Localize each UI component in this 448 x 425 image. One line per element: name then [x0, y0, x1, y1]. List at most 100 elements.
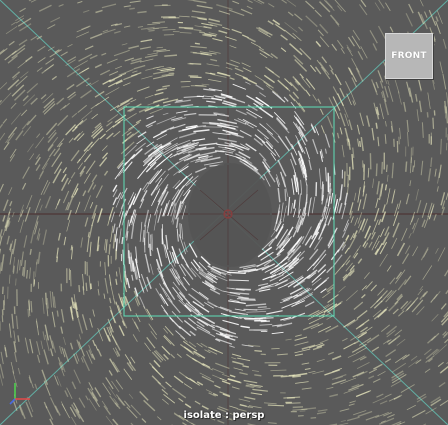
hair-strand [416, 109, 419, 122]
hair-strand [427, 92, 431, 109]
pivot-icon[interactable] [223, 209, 233, 219]
hair-strand [85, 395, 89, 401]
hair-strand [30, 0, 37, 3]
hair-strand [163, 334, 175, 347]
hair-strand [230, 59, 241, 64]
hair-strand [89, 241, 92, 257]
hair-strand [8, 40, 15, 46]
hair-strand [92, 309, 95, 317]
hair-strand [254, 134, 266, 144]
hair-strand [402, 253, 410, 265]
hair-strand [316, 358, 325, 362]
hair-strand [325, 325, 339, 333]
hair-strand [391, 162, 394, 179]
hair-strand [442, 38, 447, 49]
hair-strand [433, 214, 437, 221]
hair-strand [275, 177, 280, 188]
hair-strand [277, 159, 287, 177]
hair-strand [80, 89, 92, 99]
hair-strand [56, 375, 62, 387]
hair-strand [144, 224, 146, 246]
hair-strand [229, 45, 237, 49]
hair-strand [25, 56, 33, 63]
view-cube[interactable]: FRONT [385, 33, 433, 79]
hair-strand [284, 22, 298, 33]
hair-strand [260, 320, 270, 323]
hair-strand [312, 253, 327, 271]
hair-strand [170, 353, 176, 359]
hair-strand [132, 334, 138, 342]
hair-strand [231, 353, 242, 358]
hair-strand [265, 66, 275, 74]
hair-strand [146, 308, 154, 321]
hair-strand [329, 393, 339, 398]
hair-strand [372, 378, 381, 383]
hair-strand [305, 146, 310, 160]
hair-strand [123, 5, 131, 8]
hair-strand [175, 330, 186, 340]
vortex-center [188, 163, 272, 267]
hair-strand [113, 49, 130, 57]
hair-strand [322, 291, 331, 299]
hair-strand [108, 297, 112, 304]
hair-strand [77, 318, 84, 334]
hair-strand [180, 104, 194, 107]
hair-strand [222, 26, 230, 30]
hair-strand [359, 140, 362, 147]
hair-strand [108, 370, 113, 376]
hair-strand [351, 58, 360, 73]
hair-strand [437, 361, 444, 368]
hair-strand [189, 330, 196, 337]
hair-strand [356, 309, 368, 320]
hair-strand [77, 0, 83, 4]
hair-strand [100, 69, 111, 76]
hair-strand [218, 30, 228, 34]
hair-strand [366, 232, 372, 241]
perspective-viewport[interactable]: FRONT isolate : persp [0, 0, 448, 425]
hair-strand [409, 180, 412, 187]
hair-strand [298, 26, 304, 32]
hair-strand [30, 97, 38, 105]
hair-strand [110, 225, 114, 242]
hair-strand [55, 199, 60, 210]
hair-strand [123, 25, 131, 28]
hair-strand [252, 370, 259, 372]
hair-strand [11, 211, 15, 218]
hair-strand [421, 219, 426, 228]
hair-strand [294, 336, 308, 341]
hair-strand [445, 106, 448, 124]
hair-strand [377, 70, 384, 83]
hair-strand [126, 131, 132, 136]
hair-strand [214, 384, 221, 389]
hair-strand [157, 208, 163, 223]
hair-strand [426, 112, 429, 118]
hair-strand [339, 184, 343, 201]
hair-strand [324, 148, 327, 154]
hair-strand [416, 200, 422, 214]
hair-strand [440, 303, 447, 310]
hair-strand [161, 345, 171, 355]
hair-strand [210, 58, 218, 62]
hair-strand [162, 398, 169, 405]
hair-strand [19, 71, 29, 79]
hair-strand [44, 63, 55, 72]
hair-strand [407, 131, 409, 147]
hair-strand [139, 391, 149, 401]
hair-strand [10, 362, 15, 374]
hair-strand [108, 214, 112, 220]
hair-strand [211, 97, 223, 101]
hair-strand [13, 330, 16, 343]
hair-strand [374, 208, 380, 222]
hair-strand [115, 379, 124, 390]
hair-strand [58, 345, 63, 355]
hair-strand [270, 53, 279, 59]
hair-strand [406, 119, 409, 133]
hair-strand [261, 263, 276, 271]
hair-strand [105, 87, 120, 96]
hair-strand [41, 157, 50, 170]
hair-strand [305, 0, 315, 10]
hair-strand [309, 64, 317, 73]
hair-strand [21, 182, 27, 190]
hair-strand [321, 56, 328, 64]
hair-strand [105, 239, 108, 253]
